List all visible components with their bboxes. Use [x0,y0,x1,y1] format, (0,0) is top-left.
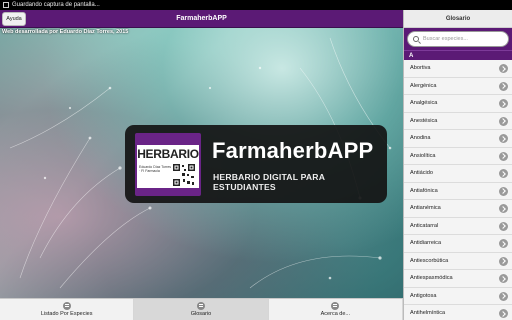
chevron-right-icon [499,204,508,213]
list-item-label: Antiafónica [410,187,438,194]
list-item-label: Antigotosa [410,292,437,299]
qr-code-icon [172,163,196,187]
chevron-right-icon [499,116,508,126]
status-bar: Guardando captura de pantalla... [0,0,512,10]
glossary-sidebar: Glosario A Abortiva Alergénica Analgésic… [403,10,512,320]
chevron-right-icon [499,274,508,283]
list-item-label: Anodina [410,135,431,141]
brand-subtitle: HERBARIO DIGITAL PARA ESTUDIANTES [213,172,325,192]
chevron-right-icon [499,81,508,91]
status-notification: Guardando captura de pantalla... [12,2,100,8]
list-item-label: Analgésica [410,100,438,106]
brand-title: FarmaherbAPP [212,138,374,163]
chevron-right-icon [499,134,508,143]
chevron-right-icon [499,256,508,266]
list-item-label: Abortiva [410,65,431,71]
list-item-label: Antianémica [410,205,441,211]
list-item-label: Antiescorbútica [410,257,449,264]
search-input[interactable] [423,33,509,45]
list-item[interactable]: Analgésica [404,95,512,113]
list-item-label: Antidiarreica [410,240,442,246]
search-icon [413,36,419,42]
list-item[interactable]: Antihelmíntica [404,305,512,320]
chevron-right-icon [499,239,508,248]
list-icon [196,302,205,310]
chevron-right-icon [499,186,508,196]
list-item[interactable]: Ansiolítica [404,147,512,165]
chevron-right-icon [499,309,508,318]
list-item-label: Anticatarral [410,222,439,229]
logo-word: HERBARIO [137,147,199,161]
list-icon [331,302,340,310]
chevron-right-icon [499,169,508,178]
chevron-right-icon [499,151,508,161]
screenshot-icon [3,2,9,8]
hero-background: Web desarrollada por Eduardo Díaz Torres… [0,28,403,298]
nav-label: Listado Por Especies [40,311,93,317]
list-item[interactable]: Antiácido [404,165,512,183]
chevron-right-icon [499,291,508,301]
nav-listado-por-especies[interactable]: Listado Por Especies [0,299,135,320]
list-item-label: Antiespasmódica [410,275,453,281]
sidebar-title: Glosario [404,10,512,28]
credit-text: Web desarrollada por Eduardo Díaz Torres… [2,29,129,35]
list-item[interactable]: Antiafónica [404,182,512,200]
list-item[interactable]: Antiescorbútica [404,252,512,270]
nav-acerca-de[interactable]: Acerca de... [269,299,403,320]
list-divider-a: A [404,50,512,60]
list-item-label: Antiácido [410,170,434,176]
page-title: FarmaherbAPP [176,15,227,22]
list-item[interactable]: Anodina [404,130,512,148]
list-icon [62,302,71,310]
list-item[interactable]: Anticatarral [404,217,512,235]
bottom-navigation: Listado Por Especies Glosario Acerca de.… [0,298,403,320]
list-item[interactable]: Abortiva [404,60,512,78]
search-bar [404,28,512,50]
list-item[interactable]: Antianémica [404,200,512,218]
app-logo-card: HERBARIO Eduardo Díaz Torres · FI Farmac… [125,125,387,203]
list-item-label: Antihelmíntica [410,310,446,316]
chevron-right-icon [499,221,508,231]
list-item[interactable]: Antiespasmódica [404,270,512,288]
list-item-label: Anestésica [410,117,438,124]
list-item-label: Alergénica [410,82,437,89]
chevron-right-icon [499,99,508,108]
nav-glosario[interactable]: Glosario [134,299,269,320]
logo-small-text: Eduardo Díaz Torres · FI Farmacia [139,165,172,173]
list-item[interactable]: Anestésica [404,112,512,130]
list-item-label: Ansiolítica [410,152,436,159]
list-item[interactable]: Antidiarreica [404,235,512,253]
nav-label: Acerca de... [320,311,350,317]
herbario-logo: HERBARIO Eduardo Díaz Torres · FI Farmac… [135,133,201,196]
search-box [407,31,509,47]
list-item[interactable]: Antigotosa [404,287,512,305]
list-item[interactable]: Alergénica [404,77,512,95]
glossary-list: Abortiva Alergénica Analgésica Anestésic… [404,60,512,320]
nav-label: Glosario [190,311,212,317]
main-header: Ayuda FarmaherbAPP [0,10,403,28]
chevron-right-icon [499,64,508,73]
